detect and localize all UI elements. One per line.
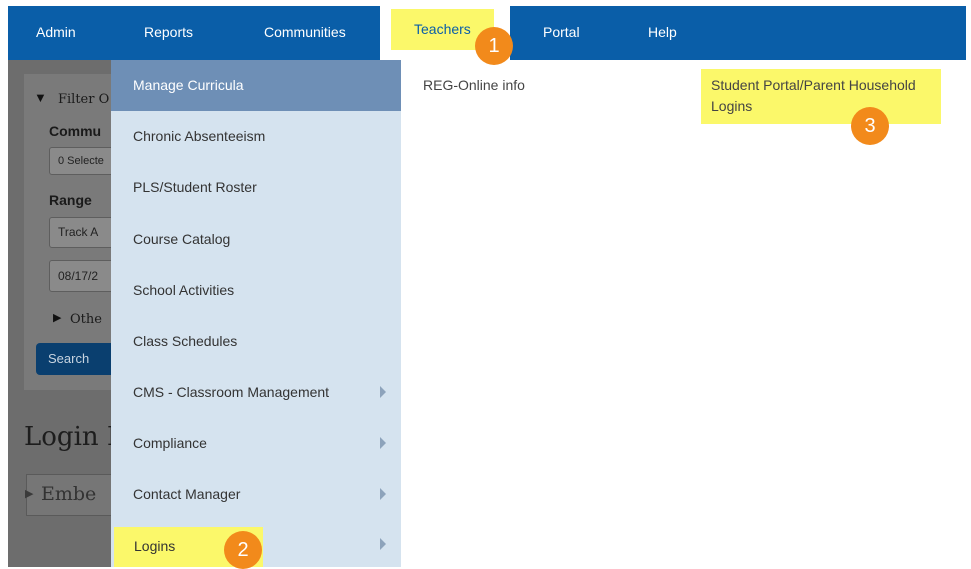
chevron-right-icon	[380, 437, 386, 449]
nav-portal[interactable]: Portal	[543, 6, 580, 60]
menu-item-cms-classroom-management[interactable]: CMS - Classroom Management	[111, 367, 401, 418]
nav-admin[interactable]: Admin	[36, 6, 76, 60]
menu-item-chronic-absenteeism[interactable]: Chronic Absenteeism	[111, 111, 401, 162]
student-portal-logins-link[interactable]: Student Portal/Parent Household Logins	[701, 69, 941, 124]
menu-item-label: CMS - Classroom Management	[133, 384, 330, 400]
student-portal-label-line1: Student Portal/Parent Household	[711, 77, 916, 93]
filter-label[interactable]: Filter O	[58, 92, 109, 107]
embed-section[interactable]: ▶ Embe	[25, 474, 111, 516]
chevron-right-icon	[380, 386, 386, 398]
page-title: Login I	[24, 422, 111, 452]
chevron-right-icon	[380, 538, 386, 550]
page-background-panel: ▼ Filter O Commu 0 Selecte Range Track A…	[8, 60, 111, 567]
step-badge-3: 3	[851, 107, 889, 145]
menu-item-label: Contact Manager	[133, 486, 241, 502]
menu-item-label: Logins	[134, 538, 176, 554]
communities-select[interactable]: 0 Selecte	[49, 147, 111, 175]
embed-label: Embe	[41, 483, 97, 505]
date-input[interactable]: 08/17/2	[49, 260, 111, 292]
communities-label: Commu	[49, 123, 102, 139]
menu-item-contact-manager[interactable]: Contact Manager	[111, 469, 401, 520]
student-portal-label-line2: Logins	[711, 98, 753, 114]
menu-item-compliance[interactable]: Compliance	[111, 418, 401, 469]
nav-reports[interactable]: Reports	[144, 6, 193, 60]
embed-expand-icon: ▶	[25, 488, 34, 500]
menu-item-course-catalog[interactable]: Course Catalog	[111, 214, 401, 265]
menu-item-pls-student-roster[interactable]: PLS/Student Roster	[111, 162, 401, 213]
menu-item-school-activities[interactable]: School Activities	[111, 265, 401, 316]
chevron-right-icon	[380, 488, 386, 500]
filter-collapse-icon[interactable]: ▼	[34, 90, 47, 105]
search-button[interactable]: Search	[36, 343, 111, 375]
menu-item-label: Compliance	[133, 435, 207, 451]
teachers-dropdown-menu: Manage Curricula Chronic Absenteeism PLS…	[111, 60, 401, 567]
range-label: Range	[49, 192, 92, 208]
menu-item-class-schedules[interactable]: Class Schedules	[111, 316, 401, 367]
step-badge-1: 1	[475, 27, 513, 65]
menu-item-manage-curricula[interactable]: Manage Curricula	[111, 60, 401, 111]
reg-online-info-link[interactable]: REG-Online info	[423, 77, 525, 93]
nav-communities[interactable]: Communities	[264, 6, 346, 60]
nav-help[interactable]: Help	[648, 6, 677, 60]
step-badge-2: 2	[224, 531, 262, 569]
range-select[interactable]: Track A	[49, 217, 111, 248]
other-filters-label[interactable]: Othe	[70, 312, 102, 327]
other-expand-icon[interactable]: ▶	[53, 311, 61, 324]
